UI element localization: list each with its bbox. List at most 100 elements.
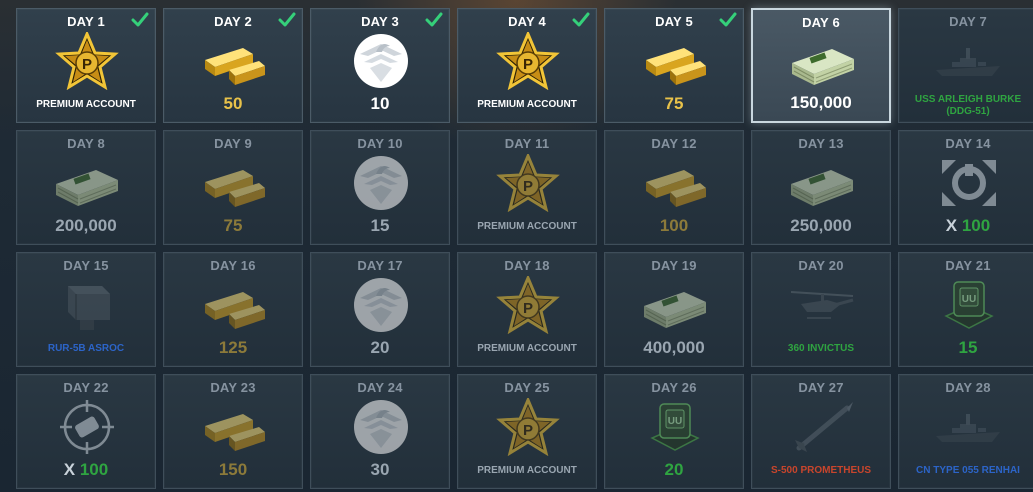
reward-card-day-22: DAY 22 X 100	[16, 374, 156, 489]
reward-label: 150,000	[790, 93, 852, 112]
reward-label: PREMIUM ACCOUNT	[477, 343, 577, 354]
eagle-emblem-icon	[346, 276, 416, 334]
reward-card-day-25: DAY 25 P PREMIUM ACCOUNT	[457, 374, 597, 489]
quantity-prefix: X	[63, 460, 76, 479]
day-label: DAY 19	[651, 258, 697, 273]
reward-card-day-12: DAY 12 100	[604, 130, 744, 245]
reward-label: PREMIUM ACCOUNT	[477, 221, 577, 232]
reward-card-day-1: DAY 1 P PREMIUM ACCOUNT	[16, 8, 156, 123]
day-label: DAY 28	[945, 380, 991, 395]
reward-label: PREMIUM ACCOUNT	[477, 99, 577, 110]
day-label: DAY 20	[798, 258, 844, 273]
reward-label: PREMIUM ACCOUNT	[477, 465, 577, 476]
day-label: DAY 11	[504, 136, 550, 151]
daily-rewards-grid: DAY 1 P PREMIUM ACCOUNT DAY 2 50 DAY 3 10 D…	[16, 8, 1033, 489]
day-label: DAY 18	[504, 258, 550, 273]
reward-card-day-6[interactable]: DAY 6 150,000	[751, 8, 891, 123]
cash-stack-icon	[52, 154, 122, 212]
supply-crate-icon: UU	[640, 398, 710, 456]
repair-kit-icon	[934, 154, 1004, 212]
premium-star-icon: P	[493, 152, 563, 213]
quantity-value: 100	[79, 460, 109, 479]
reward-label: 360 INVICTUS	[787, 343, 855, 354]
reward-label: X 100	[19, 460, 153, 480]
premium-star-icon: P	[52, 30, 122, 91]
missile-launcher-icon	[52, 276, 122, 334]
reward-card-day-14: DAY 14 X 100	[898, 130, 1033, 245]
claimed-check-icon	[278, 11, 296, 29]
svg-text:UU: UU	[668, 416, 682, 427]
gold-bars-icon	[199, 32, 269, 90]
reward-label: X 100	[901, 216, 1033, 236]
quantity-prefix: X	[945, 216, 958, 235]
helicopter-icon	[787, 276, 857, 334]
claimed-check-icon	[425, 11, 443, 29]
reward-card-day-8: DAY 8 200,000	[16, 130, 156, 245]
reward-label: 200,000	[55, 216, 117, 235]
gold-bars-icon	[199, 398, 269, 456]
reward-label: USS ARLEIGH BURKE (DDG-51)	[914, 94, 1022, 117]
eagle-emblem-icon	[346, 398, 416, 456]
reward-card-day-17: DAY 17 20	[310, 252, 450, 367]
reward-card-day-20: DAY 20 360 INVICTUS	[751, 252, 891, 367]
reward-card-day-19: DAY 19 400,000	[604, 252, 744, 367]
reward-card-day-7: DAY 7 USS ARLEIGH BURKE (DDG-51)	[898, 8, 1033, 123]
eagle-emblem-icon	[346, 154, 416, 212]
reward-label: 100	[659, 216, 689, 235]
day-label: DAY 15	[63, 258, 109, 273]
day-label: DAY 12	[651, 136, 697, 151]
claimed-check-icon	[572, 11, 590, 29]
reward-label: 75	[223, 216, 243, 235]
reward-label: PREMIUM ACCOUNT	[36, 99, 136, 110]
reward-card-day-23: DAY 23 150	[163, 374, 303, 489]
daily-rewards-screen: DAY 1 P PREMIUM ACCOUNT DAY 2 50 DAY 3 10 D…	[0, 0, 1033, 492]
day-label: DAY 9	[214, 136, 252, 151]
gold-bars-icon	[199, 154, 269, 212]
destroyer-ship-icon	[934, 398, 1004, 456]
premium-star-icon: P	[493, 396, 563, 457]
reward-card-day-15: DAY 15 RUR-5B ASROC	[16, 252, 156, 367]
eagle-emblem-icon	[346, 32, 416, 90]
reward-card-day-24: DAY 24 30	[310, 374, 450, 489]
missile-icon	[787, 398, 857, 456]
reward-label: 150	[218, 460, 248, 479]
reward-card-day-26: DAY 26 UU 20	[604, 374, 744, 489]
targeting-module-icon	[52, 398, 122, 456]
svg-text:P: P	[523, 56, 533, 73]
premium-star-icon: P	[493, 30, 563, 91]
reward-card-day-28: DAY 28 CN TYPE 055 RENHAI	[898, 374, 1033, 489]
claimed-check-icon	[131, 11, 149, 29]
day-label: DAY 25	[504, 380, 550, 395]
reward-card-day-4: DAY 4 P PREMIUM ACCOUNT	[457, 8, 597, 123]
svg-text:UU: UU	[962, 294, 976, 305]
day-label: DAY 27	[798, 380, 844, 395]
day-label: DAY 26	[651, 380, 697, 395]
svg-text:P: P	[523, 422, 533, 439]
cash-stack-icon	[788, 33, 858, 91]
destroyer-ship-icon	[934, 32, 1004, 90]
reward-card-day-13: DAY 13 250,000	[751, 130, 891, 245]
svg-text:P: P	[523, 178, 533, 195]
day-label: DAY 8	[67, 136, 105, 151]
day-label: DAY 13	[798, 136, 844, 151]
cash-stack-icon	[640, 276, 710, 334]
gold-bars-icon	[199, 276, 269, 334]
reward-card-day-3: DAY 3 10	[310, 8, 450, 123]
reward-label: 125	[218, 338, 248, 357]
reward-label: 10	[370, 94, 390, 113]
day-label: DAY 17	[357, 258, 403, 273]
claimed-check-icon	[719, 11, 737, 29]
cash-stack-icon	[787, 154, 857, 212]
day-label: DAY 24	[357, 380, 403, 395]
reward-card-day-5: DAY 5 75	[604, 8, 744, 123]
reward-label: 15	[370, 216, 390, 235]
day-label: DAY 6	[802, 15, 840, 30]
reward-label: 20	[664, 460, 684, 479]
reward-card-day-2: DAY 2 50	[163, 8, 303, 123]
day-label: DAY 23	[210, 380, 256, 395]
reward-card-day-10: DAY 10 15	[310, 130, 450, 245]
day-label: DAY 10	[357, 136, 403, 151]
reward-card-day-11: DAY 11 P PREMIUM ACCOUNT	[457, 130, 597, 245]
day-label: DAY 16	[210, 258, 256, 273]
reward-label: 20	[370, 338, 390, 357]
